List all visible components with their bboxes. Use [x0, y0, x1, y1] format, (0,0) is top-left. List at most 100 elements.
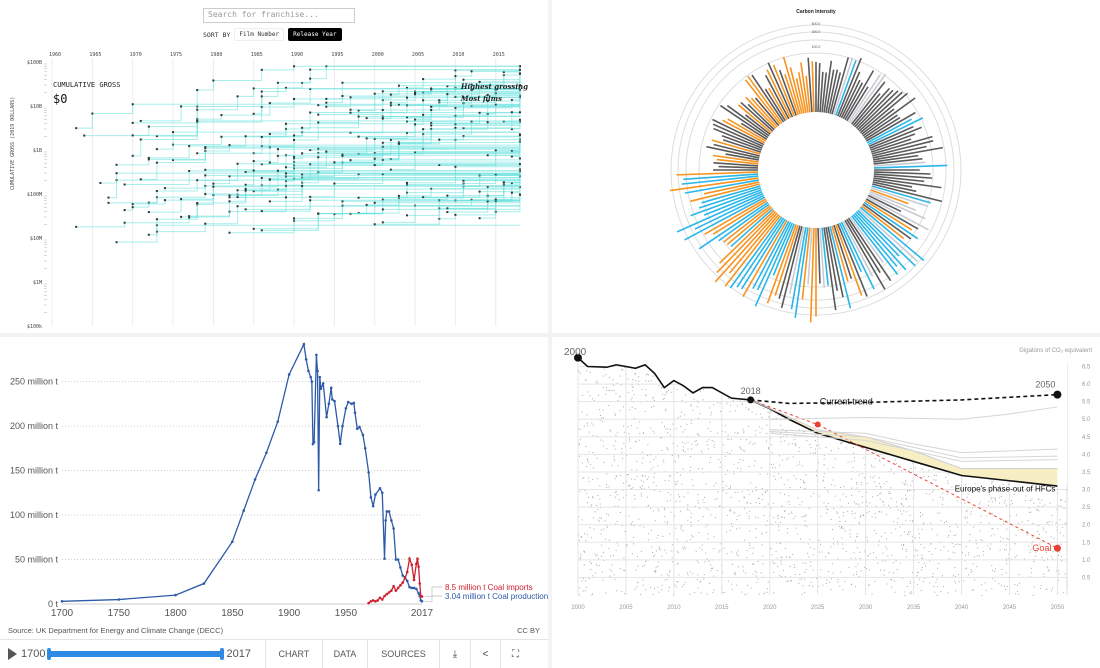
film-point	[317, 121, 320, 124]
film-point	[357, 135, 360, 138]
stipple-dot	[1058, 573, 1060, 575]
stipple-dot	[968, 552, 970, 554]
stipple-dot	[703, 578, 705, 580]
radial-bar	[718, 165, 759, 169]
film-point	[196, 201, 199, 204]
stipple-dot	[707, 427, 709, 429]
stipple-dot	[632, 379, 634, 381]
stipple-dot	[624, 570, 626, 572]
stipple-dot	[873, 475, 875, 477]
stipple-dot	[819, 447, 821, 449]
fullscreen-icon[interactable]: ⛶	[499, 639, 530, 668]
stipple-dot	[694, 591, 696, 593]
stipple-dot	[812, 554, 814, 556]
stipple-dot	[945, 520, 947, 522]
stipple-dot	[655, 456, 657, 458]
stipple-dot	[1015, 593, 1017, 595]
stipple-dot	[1027, 520, 1029, 522]
stipple-dot	[579, 490, 581, 492]
stipple-dot	[612, 554, 614, 556]
tab-chart[interactable]: CHART	[264, 639, 322, 668]
stipple-dot	[766, 432, 768, 434]
cumulative-gross-label: CUMULATIVE GROSS	[53, 81, 121, 89]
stipple-dot	[792, 553, 794, 555]
stipple-dot	[592, 496, 594, 498]
film-point	[414, 91, 417, 94]
stipple-dot	[792, 518, 794, 520]
stipple-dot	[935, 479, 937, 481]
stipple-dot	[821, 551, 823, 553]
timeline-slider[interactable]	[47, 648, 225, 660]
play-icon[interactable]	[8, 648, 17, 660]
tab-sources[interactable]: SOURCES	[366, 639, 439, 668]
stipple-dot	[854, 512, 856, 514]
film-point	[204, 174, 207, 177]
film-point	[260, 229, 263, 232]
data-point	[287, 373, 291, 376]
film-point	[276, 169, 279, 172]
stipple-dot	[781, 575, 783, 577]
stipple-dot	[786, 458, 788, 460]
ring-label: 600.0	[812, 22, 821, 26]
stipple-dot	[784, 493, 786, 495]
stipple-dot	[628, 485, 630, 487]
download-icon[interactable]: ⤓	[438, 639, 470, 668]
film-point	[212, 182, 215, 185]
stipple-dot	[818, 462, 820, 464]
stipple-dot	[1051, 514, 1053, 516]
film-point	[325, 150, 328, 153]
film-point	[365, 137, 368, 140]
ring-label: 300.0	[812, 30, 821, 34]
data-point	[405, 579, 409, 583]
film-point	[260, 176, 263, 179]
stipple-dot	[1036, 509, 1038, 511]
film-point	[228, 194, 231, 197]
license-link[interactable]: CC BY	[517, 626, 540, 635]
data-point	[60, 600, 64, 603]
tab-data[interactable]: DATA	[321, 639, 367, 668]
stipple-dot	[726, 451, 728, 453]
timeline-end-handle[interactable]	[220, 648, 225, 660]
stipple-dot	[805, 562, 807, 564]
stipple-dot	[820, 569, 822, 571]
stipple-dot	[655, 566, 657, 568]
stipple-dot	[791, 512, 793, 514]
stipple-dot	[718, 459, 720, 461]
stipple-dot	[651, 406, 653, 408]
timeline-start-handle[interactable]	[47, 648, 52, 660]
stipple-dot	[1065, 522, 1067, 524]
y-tick-label: 100 million t	[10, 510, 59, 520]
stipple-dot	[695, 445, 697, 447]
stipple-dot	[804, 520, 806, 522]
stipple-dot	[636, 555, 638, 557]
stipple-dot	[741, 491, 743, 493]
stipple-dot	[798, 582, 800, 584]
stipple-dot	[746, 512, 748, 514]
stipple-dot	[595, 555, 597, 557]
stipple-dot	[664, 515, 666, 517]
stipple-dot	[701, 544, 703, 546]
stipple-dot	[738, 555, 740, 557]
stipple-dot	[991, 565, 993, 567]
stipple-dot	[831, 563, 833, 565]
film-point	[188, 145, 191, 148]
stipple-dot	[1064, 573, 1066, 575]
stipple-dot	[581, 411, 583, 413]
stipple-dot	[702, 399, 704, 401]
film-point	[131, 134, 134, 137]
stipple-dot	[753, 563, 755, 565]
stipple-dot	[828, 553, 830, 555]
stipple-dot	[587, 391, 589, 393]
stipple-dot	[695, 440, 697, 442]
share-icon[interactable]: <	[469, 639, 500, 668]
stipple-dot	[661, 386, 663, 388]
stipple-dot	[588, 431, 590, 433]
stipple-dot	[999, 497, 1001, 499]
stipple-dot	[994, 498, 996, 500]
stipple-dot	[794, 567, 796, 569]
stipple-dot	[875, 485, 877, 487]
stipple-dot	[613, 384, 615, 386]
data-point	[392, 584, 395, 588]
stipple-dot	[868, 569, 870, 571]
stipple-dot	[730, 485, 732, 487]
